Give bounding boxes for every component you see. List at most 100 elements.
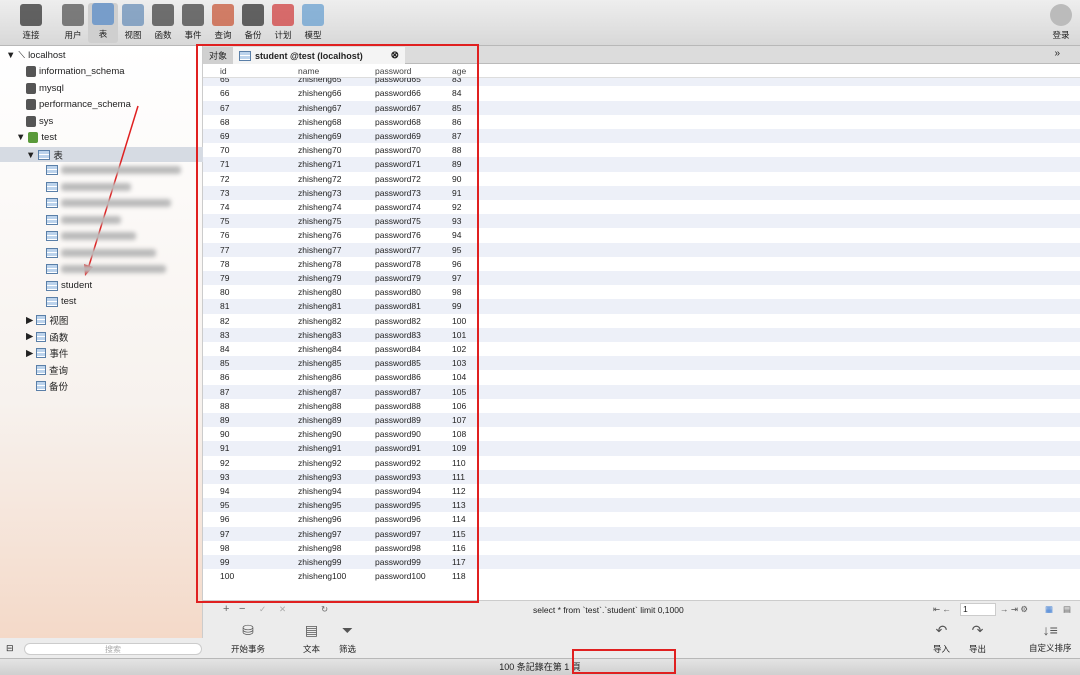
tree-table-blurred[interactable] <box>46 231 136 241</box>
user-icon <box>62 4 84 26</box>
disclosure-icon[interactable]: ▶ <box>26 331 33 342</box>
tree-group-function[interactable]: ▶ 函数 <box>26 330 68 344</box>
add-row-icon[interactable]: + <box>223 603 229 615</box>
toolbar-event[interactable]: 事件 <box>178 4 208 41</box>
table-icon <box>46 198 58 208</box>
overflow-icon[interactable]: » <box>1054 48 1060 59</box>
grid-view-icon[interactable]: ▦ <box>1045 604 1053 615</box>
table-label: test <box>61 296 77 307</box>
highlight-box-status <box>572 649 676 674</box>
tree-group-view[interactable]: ▶ 视图 <box>26 313 69 328</box>
database-icon <box>26 99 36 110</box>
add-icon[interactable]: ⊟ <box>6 643 14 654</box>
label: 导出 <box>969 644 987 654</box>
toolbar-backup[interactable]: 备份 <box>238 4 268 41</box>
tree-db-information_schema[interactable]: information_schema <box>26 66 125 77</box>
toolbar-label: 连接 <box>22 30 40 40</box>
view-icon <box>122 4 144 26</box>
disclosure-icon[interactable]: ▼ <box>16 132 25 143</box>
tree-table-blurred[interactable] <box>46 165 181 175</box>
schedule-icon <box>272 4 294 26</box>
filter-button[interactable]: ⏷ 筛选 <box>339 622 356 655</box>
tables-label: 表 <box>53 151 63 162</box>
toolbar-query[interactable]: 查询 <box>208 4 238 41</box>
blurred-name <box>61 182 131 191</box>
page-input[interactable]: 1 <box>960 603 996 616</box>
tree-table-blurred[interactable] <box>46 264 166 274</box>
database-icon <box>28 132 39 143</box>
toolbar: 连接 用户 表 视图 函数 事件 查询 备份 计划 模型 登录 <box>0 0 1080 46</box>
export-button[interactable]: ↷ 导出 <box>969 622 986 655</box>
custom-sort-button[interactable]: ↓≡ 自定义排序 <box>1029 622 1072 654</box>
sidebar: ▼ ⟍ localhost ▼ test ▼ 表 student test inform… <box>0 46 203 638</box>
toolbar-connection[interactable]: 连接 <box>16 4 46 41</box>
apply-icon[interactable]: ✓ <box>259 604 266 615</box>
disclosure-icon[interactable]: ▶ <box>26 315 33 326</box>
tree-group-query[interactable]: 查询 <box>36 363 68 377</box>
tree-db-mysql[interactable]: mysql <box>26 82 64 94</box>
toolbar-label: 模型 <box>304 30 322 40</box>
table-icon <box>46 214 58 225</box>
db-label: performance_schema <box>39 99 131 110</box>
view-icon <box>36 315 47 325</box>
tree-table-student[interactable]: student <box>46 280 92 291</box>
highlight-box-grid <box>196 44 479 603</box>
model-icon <box>302 4 324 26</box>
tree-group-backup[interactable]: 备份 <box>36 379 68 393</box>
import-icon: ↶ <box>935 622 948 638</box>
sort-icon: ↓≡ <box>1042 622 1058 638</box>
sql-text: select * from `test`.`student` limit 0,1… <box>533 605 684 615</box>
discard-icon[interactable]: ✕ <box>279 604 286 615</box>
database-icon <box>26 115 36 127</box>
tree-db-sys[interactable]: sys <box>26 115 53 127</box>
toolbar-view[interactable]: 视图 <box>118 4 148 41</box>
tree-db-test[interactable]: ▼ test <box>16 132 57 143</box>
tree-table-blurred[interactable] <box>46 181 131 192</box>
database-icon <box>26 66 36 77</box>
group-label: 备份 <box>49 382 69 393</box>
status-bar: 100 条記錄在第 1 頁 <box>0 658 1080 675</box>
search-input[interactable]: 搜索 <box>24 643 202 655</box>
label: 导入 <box>933 644 951 654</box>
disclosure-icon[interactable]: ▼ <box>26 150 35 161</box>
db-label: mysql <box>39 82 64 94</box>
toolbar-table[interactable]: 表 <box>88 3 118 43</box>
toolbar-schedule[interactable]: 计划 <box>268 4 298 41</box>
toolbar-label: 视图 <box>124 30 142 40</box>
login-button[interactable]: 登录 <box>1046 4 1076 41</box>
next-page-icon[interactable]: → ⇥ ⚙ <box>1000 604 1028 615</box>
toolbar-label: 表 <box>98 29 108 39</box>
toolbar-model[interactable]: 模型 <box>298 4 328 41</box>
import-button[interactable]: ↶ 导入 <box>933 622 950 655</box>
tree-tables[interactable]: ▼ 表 <box>26 148 63 163</box>
toolbar-function[interactable]: 函数 <box>148 4 178 41</box>
tree-localhost[interactable]: ▼ ⟍ localhost <box>6 50 66 61</box>
tree-table-blurred[interactable] <box>46 247 156 258</box>
tree-table-blurred[interactable] <box>46 198 171 208</box>
disclosure-icon[interactable]: ▶ <box>26 348 33 359</box>
transaction-icon: ⛁ <box>242 622 254 638</box>
tree-table-blurred[interactable] <box>46 214 121 225</box>
toolbar-label: 计划 <box>274 30 292 40</box>
db-label: test <box>41 132 57 143</box>
first-page-icon[interactable]: ⇤ ← <box>933 604 951 615</box>
query-icon <box>212 4 234 26</box>
blurred-name <box>61 265 166 273</box>
form-view-icon[interactable]: ▤ <box>1063 604 1071 615</box>
table-icon <box>38 150 51 160</box>
refresh-icon[interactable]: ↻ <box>321 604 328 615</box>
label: 自定义排序 <box>1029 643 1072 653</box>
begin-transaction-button[interactable]: ⛁ 开始事务 <box>231 622 265 655</box>
blurred-name <box>61 166 181 174</box>
tree-db-performance_schema[interactable]: performance_schema <box>26 99 131 110</box>
blurred-name <box>61 215 121 224</box>
delete-row-icon[interactable]: − <box>239 603 245 615</box>
toolbar-label: 用户 <box>64 30 82 40</box>
toolbar-user[interactable]: 用户 <box>58 4 88 41</box>
group-label: 视图 <box>49 316 69 327</box>
text-button[interactable]: ▤ 文本 <box>303 622 320 655</box>
disclosure-icon[interactable]: ▼ <box>6 50 15 61</box>
tree-group-event[interactable]: ▶ 事件 <box>26 346 68 361</box>
avatar-icon <box>1050 4 1072 26</box>
tree-table-test[interactable]: test <box>46 296 76 307</box>
